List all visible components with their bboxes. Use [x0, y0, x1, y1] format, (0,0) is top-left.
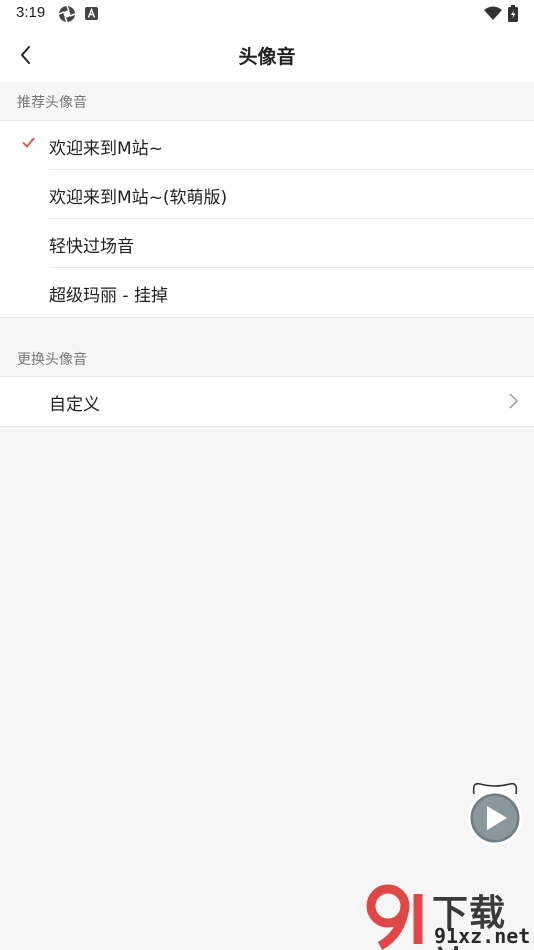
status-bar: 3:19	[0, 0, 534, 28]
section-header-change: 更换头像音	[17, 352, 87, 368]
recommend-list: 欢迎来到M站~ 欢迎来到M站~(软萌版) 轻快过场音 超级玛丽 - 挂掉	[0, 120, 534, 318]
list-item[interactable]: 超级玛丽 - 挂掉	[0, 268, 534, 317]
app-bar: 头像音	[0, 28, 534, 82]
section-header-recommend: 推荐头像音	[17, 95, 87, 111]
custom-sound-item[interactable]: 自定义	[0, 377, 534, 426]
watermark: 下载站 91xz.net	[362, 884, 534, 950]
page-title: 头像音	[238, 46, 296, 68]
watermark-url: 91xz.net	[434, 924, 531, 948]
list-item[interactable]: 欢迎来到M站~	[0, 121, 534, 170]
list-item[interactable]: 欢迎来到M站~(软萌版)	[0, 170, 534, 219]
check-icon	[22, 137, 35, 148]
aperture-icon	[58, 5, 76, 23]
battery-icon	[508, 5, 518, 22]
chevron-right-icon	[509, 393, 518, 409]
floating-player-button[interactable]	[466, 780, 524, 846]
list-item-label: 欢迎来到M站~	[49, 139, 163, 159]
wifi-icon	[484, 6, 502, 20]
list-item-label: 轻快过场音	[49, 237, 134, 257]
app-notification-icon	[85, 7, 98, 20]
list-item[interactable]: 轻快过场音	[0, 219, 534, 268]
status-time: 3:19	[16, 4, 46, 21]
change-list: 自定义	[0, 376, 534, 427]
list-item-label: 欢迎来到M站~(软萌版)	[49, 188, 228, 208]
cat-ears-icon	[467, 782, 523, 846]
list-item-label: 超级玛丽 - 挂掉	[49, 286, 168, 306]
list-item-label: 自定义	[49, 395, 100, 415]
watermark-logo-icon	[366, 884, 423, 950]
